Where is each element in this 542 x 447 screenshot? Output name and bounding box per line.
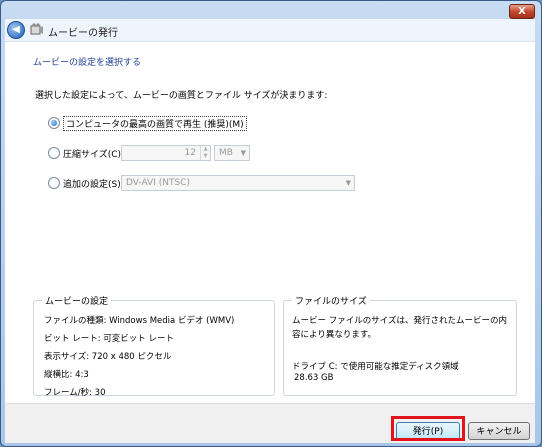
chevron-down-icon: ▼ bbox=[345, 179, 351, 187]
compressed-unit-select[interactable]: MB ▼ bbox=[214, 145, 250, 161]
drive-space-value: 28.63 GB bbox=[294, 373, 334, 383]
movie-settings-group: ムービーの設定 ファイルの種類: Windows Media ビデオ (WMV)… bbox=[33, 294, 275, 398]
drive-space-label: ドライブ C: で使用可能な推定ディスク領域 bbox=[292, 362, 459, 372]
back-arrow-icon[interactable]: ◀ bbox=[7, 21, 25, 39]
file-size-description: ムービー ファイルのサイズは、発行されたムービーの内容により異なります。 bbox=[292, 316, 507, 340]
option-best-quality-label[interactable]: コンピュータの最高の画質で再生 (推奨)(M) bbox=[63, 115, 247, 131]
close-button[interactable]: X bbox=[509, 4, 535, 19]
content-area: ムービーの設定を選択する 選択した設定によって、ムービーの画質とファイル サイズ… bbox=[5, 41, 535, 404]
chevron-down-icon: ▼ bbox=[240, 149, 246, 157]
setting-frame-rate: フレーム/秒: 30 bbox=[44, 388, 106, 398]
setting-file-type: ファイルの種類: Windows Media ビデオ (WMV) bbox=[44, 316, 235, 326]
other-settings-select[interactable]: DV-AVI (NTSC) ▼ bbox=[121, 175, 355, 191]
compressed-size-value: 12 bbox=[184, 148, 196, 158]
option-compressed-label[interactable]: 圧縮サイズ(C): bbox=[63, 147, 124, 160]
highlight-box bbox=[391, 416, 465, 441]
setting-display-size: 表示サイズ: 720 x 480 ピクセル bbox=[44, 352, 172, 362]
compressed-unit-value: MB bbox=[219, 148, 233, 158]
button-bar: 発行(P) キャンセル bbox=[5, 403, 535, 443]
option-other[interactable]: 追加の設定(S): bbox=[48, 175, 124, 191]
option-other-label[interactable]: 追加の設定(S): bbox=[63, 177, 124, 190]
setting-bitrate: ビット レート: 可変ビット レート bbox=[44, 334, 174, 344]
compressed-size-input[interactable]: 12 ▲ ▼ bbox=[121, 145, 211, 161]
other-settings-value: DV-AVI (NTSC) bbox=[126, 178, 190, 188]
setting-aspect-ratio: 縦横比: 4:3 bbox=[44, 370, 89, 380]
radio-best-quality[interactable] bbox=[48, 117, 60, 129]
option-best-quality[interactable]: コンピュータの最高の画質で再生 (推奨)(M) bbox=[48, 115, 247, 131]
movie-settings-title: ムービーの設定 bbox=[42, 294, 112, 307]
title-bar: ◀ ムービーの発行 bbox=[5, 19, 535, 41]
radio-other[interactable] bbox=[48, 177, 60, 189]
file-size-title: ファイルのサイズ bbox=[292, 294, 370, 307]
intro-text: 選択した設定によって、ムービーの画質とファイル サイズが決まります: bbox=[35, 91, 328, 101]
radio-compressed[interactable] bbox=[48, 147, 60, 159]
main-instruction: ムービーの設定を選択する bbox=[33, 58, 142, 68]
movie-maker-icon bbox=[30, 23, 43, 35]
spinner-icon[interactable]: ▲ ▼ bbox=[200, 146, 210, 160]
file-size-group: ファイルのサイズ ムービー ファイルのサイズは、発行されたムービーの内容により異… bbox=[283, 294, 517, 396]
window-title: ムービーの発行 bbox=[48, 28, 118, 39]
cancel-button[interactable]: キャンセル bbox=[468, 422, 530, 440]
dialog-window: X ◀ ムービーの発行 ムービーの設定を選択する 選択した設定によって、ムービー… bbox=[0, 0, 542, 447]
option-compressed[interactable]: 圧縮サイズ(C): bbox=[48, 145, 124, 161]
